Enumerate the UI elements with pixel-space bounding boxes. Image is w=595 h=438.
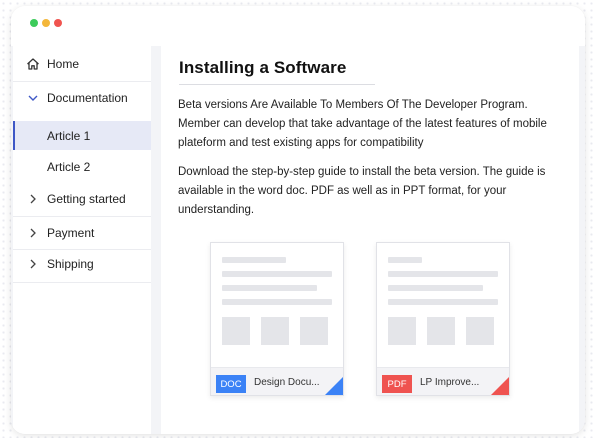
doc-badge: DOC [216,375,246,393]
sidebar-item-label: Documentation [47,91,128,105]
title-underline [179,84,375,85]
file-name: LP Improve... [420,377,480,388]
divider [13,282,151,283]
article-paragraph: Download the step-by-step guide to insta… [178,166,546,216]
sidebar-item-label: Payment [47,226,95,240]
placeholder-thumbnail [300,317,328,345]
app-window: Home Documentation Article 1 Article 2 G… [11,6,585,434]
article-content: Installing a Software Beta versions Are … [161,46,579,434]
file-card-footer: DOC Design Docu... [211,367,343,395]
placeholder-line [222,271,332,277]
page-fold-icon [491,377,509,395]
file-card-doc[interactable]: DOC Design Docu... [210,242,344,396]
placeholder-thumbnail [427,317,455,345]
sidebar-item-label: Shipping [47,257,94,271]
home-icon [26,57,40,71]
sidebar-item-label: Article 1 [47,128,91,143]
placeholder-line [388,271,498,277]
placeholder-thumbnail [388,317,416,345]
window-control-yellow[interactable] [42,19,50,27]
chevron-right-icon [26,226,40,240]
window-control-green[interactable] [30,19,38,27]
placeholder-line [388,257,422,263]
app-body: Home Documentation Article 1 Article 2 G… [11,46,585,434]
sidebar-item-documentation[interactable]: Documentation [13,82,151,114]
placeholder-line [388,285,483,291]
placeholder-thumbnail [466,317,494,345]
file-name: Design Docu... [254,377,320,388]
page-fold-icon [325,377,343,395]
placeholder-line [222,285,317,291]
file-card-footer: PDF LP Improve... [377,367,509,395]
chevron-down-icon [26,91,40,105]
title-bar [11,6,585,46]
file-card-pdf[interactable]: PDF LP Improve... [376,242,510,396]
sidebar-item-payment[interactable]: Payment [13,217,151,249]
sidebar-item-article-2[interactable]: Article 2 [13,151,151,183]
chevron-right-icon [26,257,40,271]
placeholder-thumbnail [222,317,250,345]
placeholder-thumbnail [261,317,289,345]
sidebar: Home Documentation Article 1 Article 2 G… [13,46,151,434]
sidebar-item-shipping[interactable]: Shipping [13,248,151,280]
placeholder-line [388,299,498,305]
article-paragraph: Beta versions Are Available To Members O… [178,99,547,149]
placeholder-line [222,299,332,305]
sidebar-item-label: Home [47,57,80,71]
sidebar-item-label: Article 2 [47,160,91,174]
pdf-badge: PDF [382,375,412,393]
placeholder-line [222,257,286,263]
sidebar-item-article-1[interactable]: Article 1 [13,121,151,150]
sidebar-item-home[interactable]: Home [13,48,151,80]
sidebar-item-label: Getting started [47,192,126,206]
window-control-red[interactable] [54,19,62,27]
chevron-right-icon [26,192,40,206]
page-title: Installing a Software [179,58,347,77]
sidebar-item-getting-started[interactable]: Getting started [13,183,151,215]
